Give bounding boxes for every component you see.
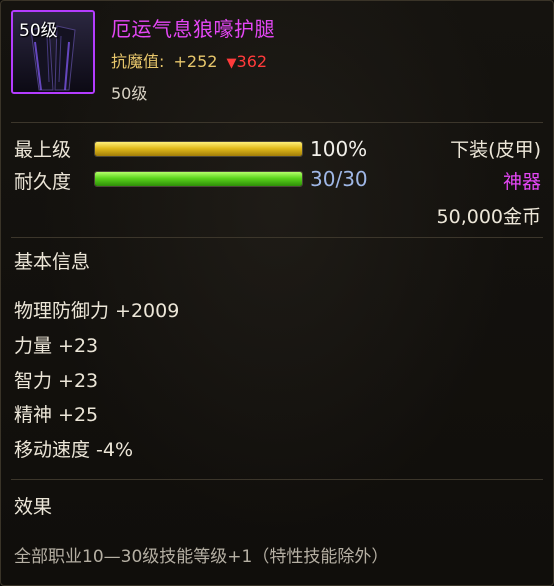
item-tooltip: 50级 厄运气息狼嚎护腿 抗魔值: +252 ▼362 50级 最上级 100%… (0, 0, 554, 586)
required-level: 50级 (111, 84, 148, 103)
upgrade-bar (94, 141, 303, 157)
upgrade-bar-fill (95, 142, 302, 156)
item-name: 厄运气息狼嚎护腿 (111, 17, 275, 41)
item-icon: 50级 (11, 10, 95, 94)
slot-type: 下装(皮甲) (450, 139, 541, 161)
resist-row: 抗魔值: +252 ▼362 (111, 48, 267, 72)
durability-value: 30/30 (310, 167, 368, 191)
attribute-line: 物理防御力 +2009 (14, 300, 180, 322)
divider (11, 479, 543, 480)
attribute-line: 移动速度 -4% (14, 439, 134, 461)
resist-label: 抗魔值: (111, 52, 165, 71)
effect-title: 效果 (14, 496, 53, 518)
price: 50,000金币 (436, 206, 541, 228)
upgrade-label: 最上级 (14, 139, 72, 161)
resist-plus-value: +252 (173, 52, 218, 71)
attribute-line: 力量 +23 (14, 335, 99, 357)
durability-bar-fill (95, 172, 302, 186)
rarity: 神器 (502, 171, 541, 193)
resist-down-value: 362 (236, 52, 268, 71)
down-triangle-icon: ▼ (226, 56, 237, 71)
attribute-line: 精神 +25 (14, 404, 99, 426)
basic-info-title: 基本信息 (14, 251, 91, 273)
resist-down: ▼362 (227, 52, 268, 71)
durability-bar (94, 171, 303, 187)
durability-label: 耐久度 (14, 171, 72, 193)
attribute-line: 智力 +23 (14, 370, 99, 392)
divider (11, 122, 543, 123)
upgrade-value: 100% (310, 137, 368, 161)
icon-level-label: 50级 (19, 21, 58, 41)
divider (11, 237, 543, 238)
effect-text: 全部职业10—30级技能等级+1（特性技能除外） (14, 547, 389, 567)
